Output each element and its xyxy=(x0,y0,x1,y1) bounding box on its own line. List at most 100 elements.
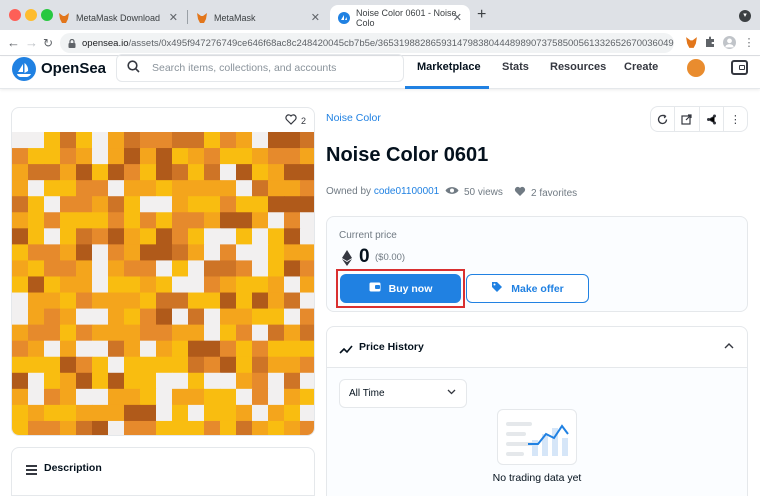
tab-title: MetaMask xyxy=(214,12,256,23)
pixel xyxy=(44,340,61,358)
pixel xyxy=(60,148,77,165)
pixel xyxy=(124,356,141,374)
share-button[interactable] xyxy=(700,107,724,131)
opensea-logo-icon[interactable] xyxy=(12,57,36,81)
tab-noise-color[interactable]: Noise Color 0601 - Noise Colo ✕ xyxy=(330,5,470,30)
asset-image[interactable] xyxy=(12,132,315,436)
pixel xyxy=(60,404,77,422)
pixel xyxy=(188,196,205,213)
pixel xyxy=(172,404,189,422)
pixel xyxy=(204,340,221,358)
site-name[interactable]: OpenSea xyxy=(41,60,106,77)
tab-search-icon[interactable]: ▾ xyxy=(739,10,751,22)
site-header: OpenSea Search items, collections, and a… xyxy=(0,54,760,89)
pixel xyxy=(92,148,109,165)
pixel xyxy=(28,292,45,310)
pixel xyxy=(108,292,125,310)
pixel xyxy=(92,372,109,390)
profile-avatar-icon[interactable] xyxy=(722,36,736,50)
tab-metamask-download[interactable]: MetaMask Download ✕ xyxy=(50,5,186,30)
refresh-icon xyxy=(658,113,668,124)
buy-now-button[interactable]: Buy now xyxy=(340,274,461,303)
pixel xyxy=(300,228,314,245)
pixel xyxy=(172,132,189,149)
pixel xyxy=(252,276,269,294)
pixel xyxy=(188,148,205,165)
time-period-select[interactable]: All Time xyxy=(339,379,467,408)
pixel xyxy=(12,276,29,294)
nav-resources[interactable]: Resources xyxy=(550,61,606,73)
reload-icon[interactable]: ↻ xyxy=(43,36,53,50)
pixel xyxy=(124,388,141,406)
refresh-metadata-button[interactable] xyxy=(651,107,676,131)
tab-close-icon[interactable]: ✕ xyxy=(169,11,178,24)
address-bar[interactable]: opensea.io /assets/0x495f947276749ce646f… xyxy=(60,33,674,53)
metamask-extension-icon[interactable] xyxy=(684,36,698,50)
nav-stats[interactable]: Stats xyxy=(502,61,529,73)
window-close-button[interactable] xyxy=(9,9,21,21)
make-offer-button[interactable]: Make offer xyxy=(466,274,589,303)
url-host: opensea.io xyxy=(82,37,129,49)
search-input[interactable]: Search items, collections, and accounts xyxy=(116,54,404,82)
pixel xyxy=(156,132,173,149)
description-panel[interactable]: Description xyxy=(11,447,315,496)
more-options-button[interactable]: ⋮ xyxy=(724,107,747,131)
forward-arrow-icon[interactable]: → xyxy=(25,35,38,50)
pixel xyxy=(12,132,29,149)
pixel xyxy=(76,372,93,390)
tab-close-icon[interactable]: ✕ xyxy=(453,11,462,24)
pixel xyxy=(220,356,237,374)
pixel xyxy=(156,388,173,406)
pixel xyxy=(188,244,205,261)
back-arrow-icon[interactable]: ← xyxy=(7,35,20,50)
pixel xyxy=(156,308,173,326)
pixel xyxy=(236,260,253,277)
chevron-up-icon[interactable] xyxy=(724,340,734,352)
nav-marketplace[interactable]: Marketplace xyxy=(417,61,481,73)
pixel xyxy=(124,228,141,245)
wallet-icon[interactable] xyxy=(731,60,748,75)
tab-metamask[interactable]: MetaMask ✕ xyxy=(188,5,328,30)
pixel xyxy=(268,276,285,294)
account-avatar[interactable] xyxy=(687,59,705,77)
favorite-button[interactable]: 2 xyxy=(285,114,306,127)
extensions-puzzle-icon[interactable] xyxy=(703,36,717,50)
owner-link[interactable]: code01100001 xyxy=(374,186,439,197)
price-history-header[interactable]: Price History xyxy=(327,327,747,368)
pixel xyxy=(204,196,221,213)
collection-link[interactable]: Noise Color xyxy=(326,112,381,124)
pixel xyxy=(204,260,221,277)
pixel xyxy=(44,180,61,197)
pixel xyxy=(44,132,61,149)
empty-chart-icon xyxy=(506,422,569,456)
browser-menu-icon[interactable]: ⋮ xyxy=(742,36,756,50)
pixel xyxy=(172,340,189,358)
tab-title: MetaMask Download xyxy=(76,12,161,23)
tab-close-icon[interactable]: ✕ xyxy=(311,11,320,24)
opensea-favicon-icon xyxy=(338,11,350,24)
pixel xyxy=(108,308,125,326)
favorites-text: 2 favorites xyxy=(531,187,578,199)
pixel xyxy=(28,228,45,245)
new-tab-button[interactable]: + xyxy=(477,6,486,24)
pixel xyxy=(268,372,285,390)
window-minimize-button[interactable] xyxy=(25,9,37,21)
nav-create[interactable]: Create xyxy=(624,61,658,73)
pixel xyxy=(300,244,314,261)
pixel xyxy=(300,404,314,422)
pixel xyxy=(268,180,285,197)
pixel xyxy=(300,196,314,213)
favorite-count: 2 xyxy=(300,115,306,126)
pixel xyxy=(236,180,253,197)
description-list-icon xyxy=(26,465,37,477)
pixel xyxy=(156,148,173,165)
pixel xyxy=(204,244,221,261)
open-external-button[interactable] xyxy=(675,107,700,131)
pixel xyxy=(300,132,314,149)
pixel xyxy=(188,404,205,422)
pixel xyxy=(268,164,285,181)
search-placeholder: Search items, collections, and accounts xyxy=(152,62,337,74)
pixel xyxy=(252,180,269,197)
pixel xyxy=(108,148,125,165)
pixel xyxy=(252,356,269,374)
